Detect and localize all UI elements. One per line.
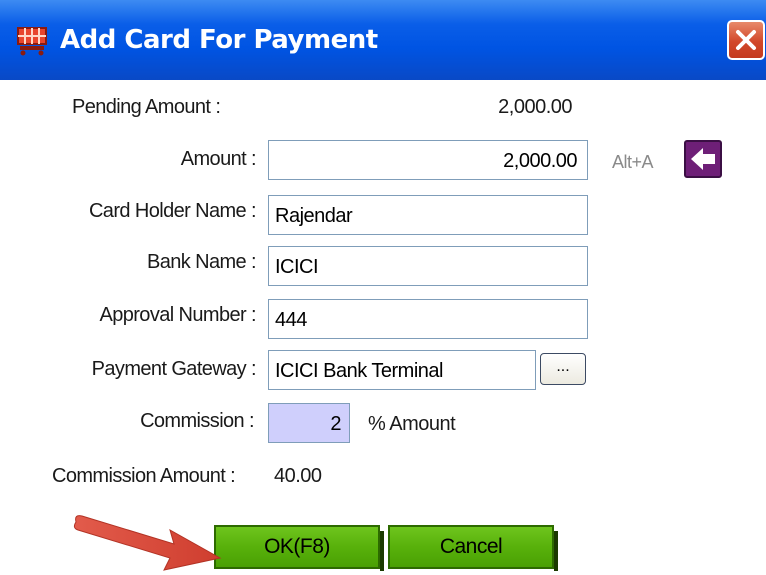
dialog-title: Add Card For Payment — [60, 25, 378, 55]
commission-unit: % Amount — [368, 413, 456, 435]
bank-name-input[interactable]: ICICI — [268, 246, 588, 286]
approval-number-label: Approval Number : — [99, 304, 256, 326]
approval-number-input[interactable]: 444 — [268, 299, 588, 339]
payment-gateway-label: Payment Gateway : — [91, 358, 257, 380]
annotation-arrow-icon — [73, 515, 222, 571]
shortcut-hint: Alt+A — [612, 152, 654, 172]
commission-label: Commission : — [140, 410, 255, 432]
commission-input[interactable]: 2 — [268, 403, 350, 443]
commission-input-value: 2 — [330, 413, 341, 435]
arrow-left-icon — [691, 148, 715, 170]
amount-input[interactable]: 2,000.00 — [268, 140, 588, 180]
commission-amount-label: Commission Amount : — [52, 465, 236, 487]
amount-label: Amount : — [180, 148, 257, 170]
payment-gateway-input-value: ICICI Bank Terminal — [275, 360, 443, 382]
apply-amount-button[interactable] — [684, 140, 722, 178]
bank-name-label: Bank Name : — [146, 251, 257, 273]
pending-amount-label: Pending Amount : — [72, 96, 221, 118]
pending-amount-value: 2,000.00 — [498, 96, 572, 118]
card-holder-input[interactable]: Rajendar — [268, 195, 588, 235]
approval-number-input-value: 444 — [275, 309, 307, 331]
amount-input-value: 2,000.00 — [503, 150, 577, 172]
cancel-button[interactable]: Cancel — [388, 525, 558, 571]
add-card-dialog: Add Card For Payment Pending Amount : 2,… — [0, 0, 766, 575]
card-holder-input-value: Rajendar — [275, 205, 353, 227]
card-holder-label: Card Holder Name : — [88, 200, 257, 222]
close-icon — [736, 30, 756, 50]
shopping-cart-icon — [17, 27, 47, 56]
browse-gateway-button[interactable]: ... — [540, 353, 586, 385]
bank-name-input-value: ICICI — [275, 256, 319, 278]
payment-gateway-input[interactable]: ICICI Bank Terminal — [268, 350, 536, 390]
close-button[interactable] — [727, 20, 765, 60]
title-bar[interactable]: Add Card For Payment — [0, 0, 766, 80]
commission-amount-value: 40.00 — [274, 465, 322, 487]
